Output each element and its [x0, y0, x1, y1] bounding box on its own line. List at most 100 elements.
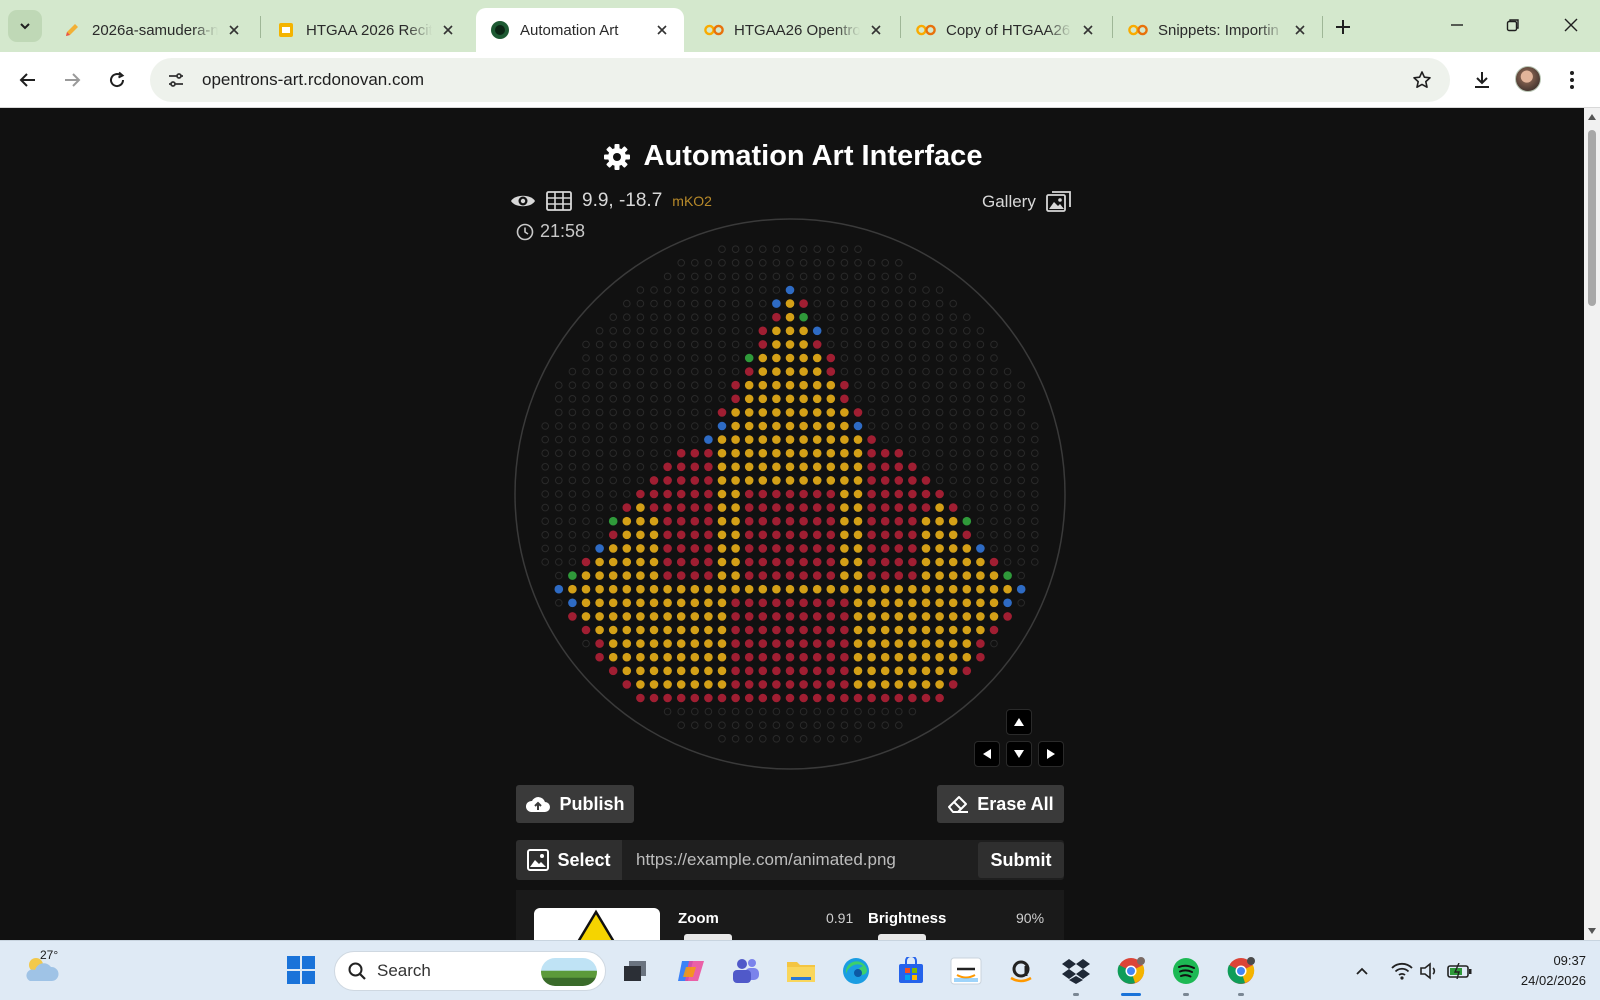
painted-well[interactable] [840, 448, 849, 458]
painted-well[interactable] [772, 503, 781, 512]
painted-well[interactable] [812, 680, 822, 689]
painted-well[interactable] [894, 612, 904, 621]
painted-well[interactable] [853, 639, 863, 648]
painted-well[interactable] [717, 448, 727, 458]
painted-well[interactable] [785, 544, 795, 553]
painted-well[interactable] [799, 544, 808, 553]
painted-well[interactable] [908, 530, 917, 540]
painted-well[interactable] [731, 666, 740, 676]
painted-well[interactable] [826, 612, 836, 621]
painted-well[interactable] [581, 571, 591, 580]
painted-well[interactable] [894, 639, 904, 648]
painted-well[interactable] [581, 612, 591, 621]
painted-well[interactable] [812, 340, 822, 349]
painted-well[interactable] [704, 639, 713, 648]
painted-well[interactable] [880, 503, 890, 512]
painted-well[interactable] [568, 571, 577, 580]
painted-well[interactable] [690, 557, 700, 567]
painted-well[interactable] [744, 639, 754, 648]
painted-well[interactable] [812, 353, 822, 363]
painted-well[interactable] [704, 584, 713, 594]
microsoft-store-icon[interactable] [893, 953, 929, 989]
painted-well[interactable] [799, 421, 808, 431]
painted-well[interactable] [921, 503, 931, 512]
painted-well[interactable] [840, 612, 849, 621]
painted-well[interactable] [758, 462, 768, 472]
painted-well[interactable] [758, 326, 768, 336]
painted-well[interactable] [595, 639, 604, 648]
nudge-right-button[interactable] [1038, 741, 1064, 767]
painted-well[interactable] [894, 448, 904, 458]
painted-well[interactable] [731, 625, 740, 635]
painted-well[interactable] [812, 367, 822, 376]
painted-well[interactable] [663, 639, 672, 648]
painted-well[interactable] [840, 557, 849, 567]
painted-well[interactable] [799, 666, 808, 676]
painted-well[interactable] [772, 408, 781, 417]
back-button[interactable] [12, 64, 44, 96]
painted-well[interactable] [840, 530, 849, 540]
painted-well[interactable] [731, 408, 740, 417]
painted-well[interactable] [840, 544, 849, 553]
painted-well[interactable] [608, 544, 618, 553]
painted-well[interactable] [935, 666, 944, 676]
painted-well[interactable] [989, 598, 999, 608]
close-icon[interactable] [224, 20, 244, 40]
painted-well[interactable] [744, 598, 754, 608]
painted-well[interactable] [758, 503, 768, 512]
painted-well[interactable] [785, 394, 795, 404]
painted-well[interactable] [704, 530, 713, 540]
painted-well[interactable] [867, 666, 876, 676]
painted-well[interactable] [867, 557, 876, 567]
painted-well[interactable] [826, 693, 836, 703]
painted-well[interactable] [840, 584, 849, 594]
downloads-button[interactable] [1466, 64, 1498, 96]
painted-well[interactable] [812, 584, 822, 594]
painted-well[interactable] [894, 666, 904, 676]
painted-well[interactable] [717, 421, 727, 431]
painted-well[interactable] [772, 598, 781, 608]
painted-well[interactable] [976, 557, 985, 567]
painted-well[interactable] [690, 503, 700, 512]
erase-all-button[interactable]: Erase All [937, 785, 1064, 823]
painted-well[interactable] [799, 680, 808, 689]
painted-well[interactable] [744, 544, 754, 553]
painted-well[interactable] [812, 598, 822, 608]
painted-well[interactable] [812, 462, 822, 472]
browser-menu-button[interactable] [1556, 64, 1588, 96]
painted-well[interactable] [880, 476, 890, 485]
painted-well[interactable] [649, 666, 659, 676]
painted-well[interactable] [812, 530, 822, 540]
painted-well[interactable] [853, 612, 863, 621]
painted-well[interactable] [608, 625, 618, 635]
eye-icon[interactable] [510, 192, 536, 210]
painted-well[interactable] [948, 625, 958, 635]
painted-well[interactable] [636, 693, 645, 703]
spotify-icon[interactable] [1168, 953, 1204, 989]
painted-well[interactable] [744, 571, 754, 580]
painted-well[interactable] [717, 489, 727, 499]
painted-well[interactable] [649, 571, 659, 580]
painted-well[interactable] [867, 612, 876, 621]
painted-well[interactable] [717, 598, 727, 608]
painted-well[interactable] [595, 544, 604, 553]
tab-htgaa-recitation[interactable]: HTGAA 2026 Recita [262, 8, 470, 52]
painted-well[interactable] [636, 584, 645, 594]
painted-well[interactable] [704, 666, 713, 676]
painted-well[interactable] [948, 652, 958, 662]
painted-well[interactable] [608, 598, 618, 608]
painted-well[interactable] [799, 353, 808, 363]
painted-well[interactable] [935, 639, 944, 648]
painted-well[interactable] [772, 394, 781, 404]
painted-well[interactable] [853, 571, 863, 580]
painted-well[interactable] [962, 598, 972, 608]
painted-well[interactable] [568, 612, 577, 621]
select-image-button[interactable]: Select [516, 840, 622, 880]
painted-well[interactable] [758, 625, 768, 635]
painted-well[interactable] [636, 598, 645, 608]
painted-well[interactable] [799, 380, 808, 390]
painted-well[interactable] [962, 571, 972, 580]
painted-well[interactable] [826, 462, 836, 472]
painted-well[interactable] [568, 598, 577, 608]
painted-well[interactable] [731, 612, 740, 621]
